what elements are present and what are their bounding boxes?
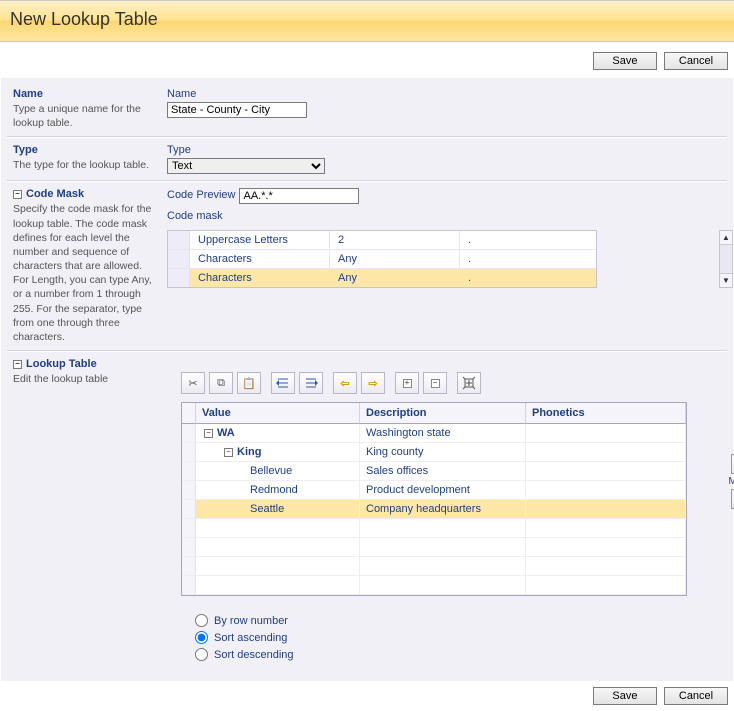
codemask-heading: Code Mask <box>26 188 84 200</box>
desc-cell[interactable]: Washington state <box>360 424 526 442</box>
top-button-row: Save Cancel <box>0 42 734 78</box>
codemask-desc: Specify the code mask for the lookup tab… <box>13 202 153 344</box>
col-description[interactable]: Description <box>360 403 526 424</box>
row-handle[interactable] <box>182 462 196 480</box>
scroll-up-icon[interactable]: ▲ <box>720 231 732 245</box>
toolbar: ✂ ⧉ 📋 ⇦ ⇨ + − <box>181 372 719 394</box>
expand-all-button[interactable] <box>457 372 481 394</box>
type-select[interactable]: Text <box>167 158 325 174</box>
col-phonetics[interactable]: Phonetics <box>526 403 686 424</box>
row-handle[interactable] <box>182 443 196 461</box>
phonetics-cell[interactable] <box>526 443 686 461</box>
table-row[interactable]: SeattleCompany headquarters <box>182 500 686 519</box>
lookup-heading: Lookup Table <box>26 358 97 370</box>
type-section: Type The type for the lookup table. Type… <box>7 137 727 181</box>
collapse-button[interactable]: − <box>423 372 447 394</box>
paste-button[interactable]: 📋 <box>237 372 261 394</box>
cm-separator[interactable]: . <box>460 269 596 287</box>
lookup-desc: Edit the lookup table <box>13 372 153 386</box>
codemask-row[interactable]: Uppercase Letters2. <box>168 231 596 250</box>
move-controls: ▲ Move ▼ <box>729 454 734 509</box>
codemask-row[interactable]: CharactersAny. <box>168 269 596 287</box>
save-button[interactable]: Save <box>593 52 657 70</box>
table-row[interactable] <box>182 576 686 595</box>
sort-desc[interactable]: Sort descending <box>195 648 719 661</box>
col-value[interactable]: Value <box>196 403 360 424</box>
type-label: Type <box>167 144 191 156</box>
lookup-grid: Value Description Phonetics −WAWashingto… <box>181 402 687 596</box>
table-row[interactable]: RedmondProduct development <box>182 481 686 500</box>
codemask-row[interactable]: CharactersAny. <box>168 250 596 269</box>
row-handle[interactable] <box>168 231 190 249</box>
sort-options: By row number Sort ascending Sort descen… <box>195 614 719 661</box>
value-cell[interactable]: Seattle <box>196 500 360 518</box>
lookup-section: − Lookup Table Edit the lookup table ✂ ⧉… <box>7 351 727 671</box>
cm-separator[interactable]: . <box>460 250 596 268</box>
table-row[interactable]: −KingKing county <box>182 443 686 462</box>
sort-byrow[interactable]: By row number <box>195 614 719 627</box>
move-label: Move <box>729 476 734 487</box>
cm-type[interactable]: Characters <box>190 269 330 287</box>
value-cell[interactable]: −King <box>196 443 360 461</box>
code-preview-input[interactable] <box>239 188 359 204</box>
scrollbar[interactable]: ▲ ▼ <box>719 230 733 288</box>
save-button[interactable]: Save <box>593 687 657 705</box>
row-handle[interactable] <box>182 500 196 518</box>
phonetics-cell[interactable] <box>526 500 686 518</box>
phonetics-cell[interactable] <box>526 481 686 499</box>
scroll-down-icon[interactable]: ▼ <box>720 273 732 287</box>
table-row[interactable] <box>182 519 686 538</box>
prev-button[interactable]: ⇦ <box>333 372 357 394</box>
outdent-button[interactable] <box>271 372 295 394</box>
cm-type[interactable]: Characters <box>190 250 330 268</box>
table-row[interactable]: BellevueSales offices <box>182 462 686 481</box>
cut-button[interactable]: ✂ <box>181 372 205 394</box>
bottom-button-row: Save Cancel <box>0 681 734 711</box>
cm-length[interactable]: Any <box>330 250 460 268</box>
page-title: New Lookup Table <box>0 0 734 42</box>
desc-cell[interactable]: King county <box>360 443 526 461</box>
indent-button[interactable] <box>299 372 323 394</box>
phonetics-cell[interactable] <box>526 424 686 442</box>
cm-length[interactable]: 2 <box>330 231 460 249</box>
type-desc: The type for the lookup table. <box>13 158 153 172</box>
expand-button[interactable]: + <box>395 372 419 394</box>
table-row[interactable] <box>182 538 686 557</box>
value-cell[interactable]: Redmond <box>196 481 360 499</box>
expand-icon[interactable]: − <box>224 448 233 457</box>
desc-cell[interactable]: Company headquarters <box>360 500 526 518</box>
cm-separator[interactable]: . <box>460 231 596 249</box>
name-input[interactable] <box>167 102 307 118</box>
row-handle[interactable] <box>182 481 196 499</box>
name-section: Name Type a unique name for the lookup t… <box>7 82 727 137</box>
cm-type[interactable]: Uppercase Letters <box>190 231 330 249</box>
name-label: Name <box>167 88 196 100</box>
cm-length[interactable]: Any <box>330 269 460 287</box>
collapse-icon[interactable]: − <box>13 190 22 199</box>
expand-icon[interactable]: − <box>204 429 213 438</box>
row-handle[interactable] <box>168 250 190 268</box>
codemask-grid-label: Code mask <box>167 210 223 222</box>
name-heading: Name <box>13 88 153 100</box>
type-heading: Type <box>13 144 153 156</box>
desc-cell[interactable]: Product development <box>360 481 526 499</box>
next-button[interactable]: ⇨ <box>361 372 385 394</box>
row-handle[interactable] <box>168 269 190 287</box>
table-row[interactable] <box>182 557 686 576</box>
row-handle[interactable] <box>182 424 196 442</box>
value-cell[interactable]: −WA <box>196 424 360 442</box>
cancel-button[interactable]: Cancel <box>664 687 728 705</box>
sort-asc[interactable]: Sort ascending <box>195 631 719 644</box>
codemask-grid: Uppercase Letters2.CharactersAny.Charact… <box>167 230 719 288</box>
collapse-icon[interactable]: − <box>13 360 22 369</box>
desc-cell[interactable]: Sales offices <box>360 462 526 480</box>
table-row[interactable]: −WAWashington state <box>182 424 686 443</box>
cancel-button[interactable]: Cancel <box>664 52 728 70</box>
value-cell[interactable]: Bellevue <box>196 462 360 480</box>
phonetics-cell[interactable] <box>526 462 686 480</box>
copy-button[interactable]: ⧉ <box>209 372 233 394</box>
codemask-section: − Code Mask Specify the code mask for th… <box>7 181 727 351</box>
code-preview-label: Code Preview <box>167 189 235 201</box>
name-desc: Type a unique name for the lookup table. <box>13 102 153 130</box>
